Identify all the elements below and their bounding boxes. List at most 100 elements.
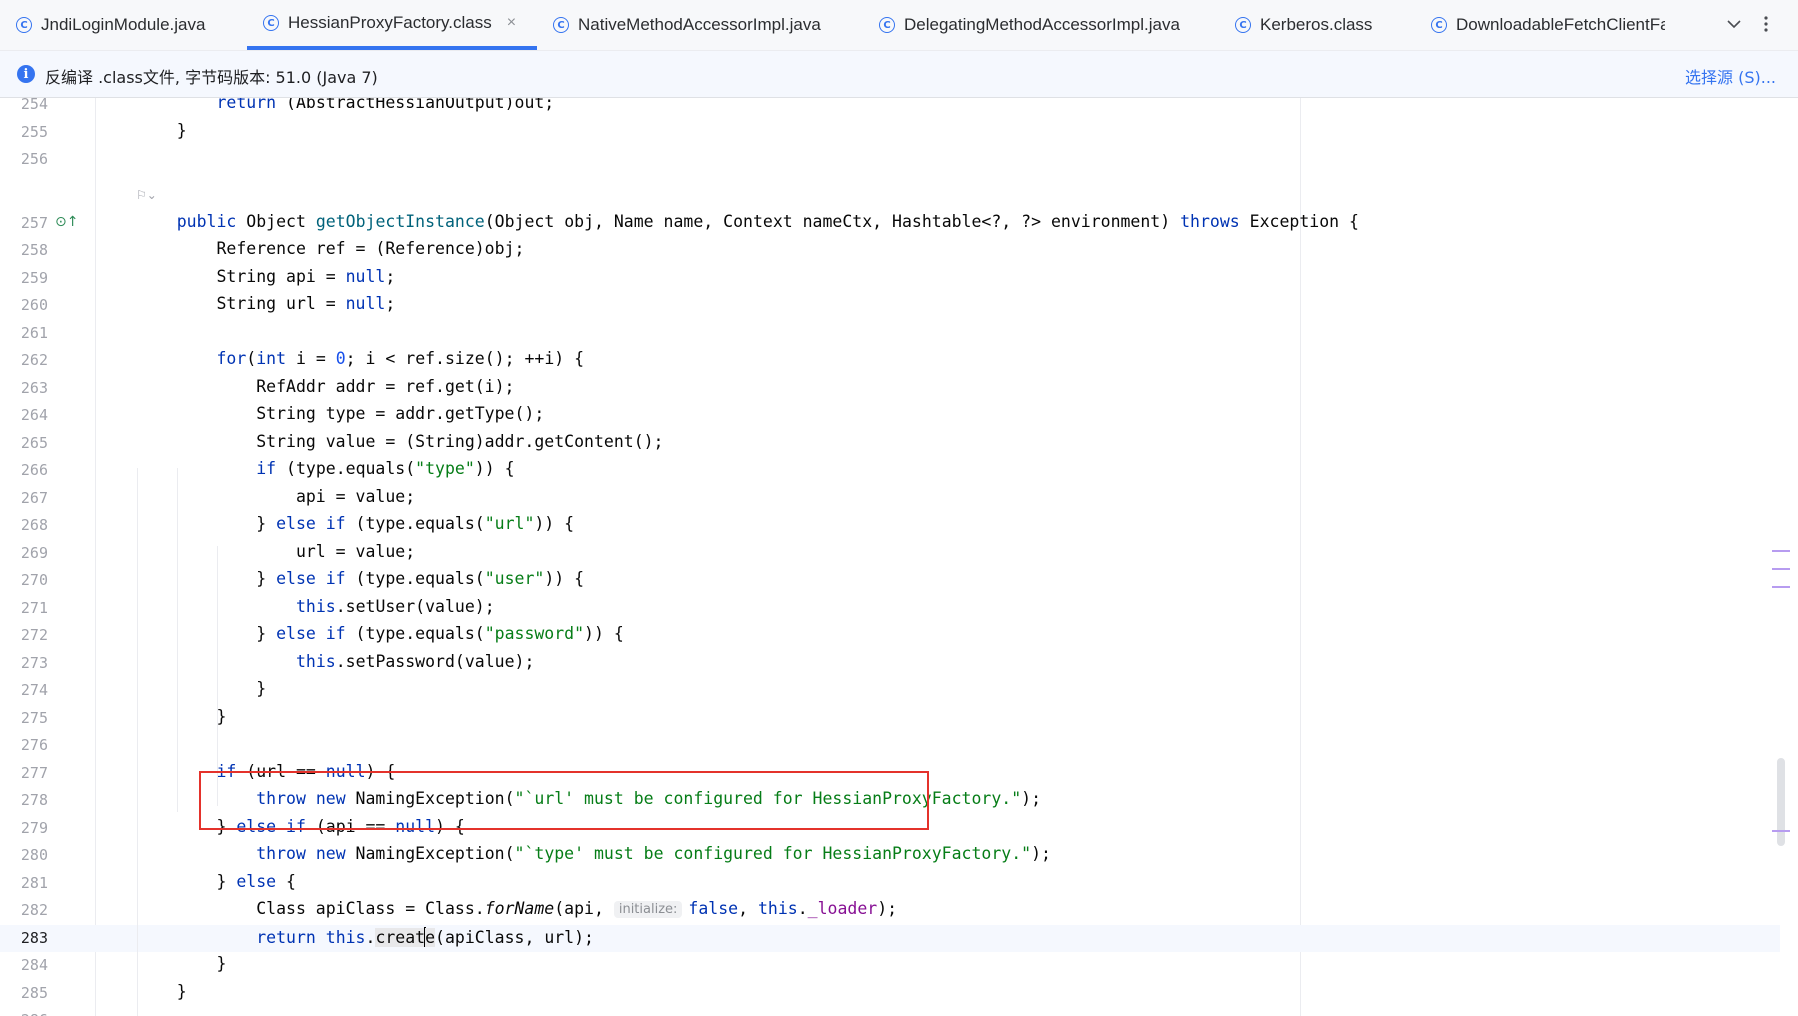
code-text: this.setPassword(value); bbox=[295, 651, 535, 671]
code-line-265[interactable]: 265 String value = (String)addr.getConte… bbox=[0, 430, 1780, 458]
banner-text: 反编译 .class文件, 字节码版本: 51.0 (Java 7) bbox=[45, 68, 378, 87]
inspection-stripe[interactable] bbox=[1772, 550, 1790, 552]
code-line-256[interactable]: 256 bbox=[0, 146, 1780, 174]
line-number[interactable]: 275 bbox=[0, 709, 48, 727]
code-line-284[interactable]: 284 } bbox=[0, 952, 1780, 980]
tab-label: HessianProxyFactory.class bbox=[288, 13, 492, 32]
line-number[interactable]: 254 bbox=[0, 98, 48, 113]
line-number[interactable]: 277 bbox=[0, 764, 48, 782]
inspection-stripe[interactable] bbox=[1772, 830, 1790, 832]
tab-overflow-fade bbox=[1665, 0, 1730, 48]
code-line-273[interactable]: 273 this.setPassword(value); bbox=[0, 650, 1780, 678]
code-line-254[interactable]: 254 return (AbstractHessianOutput)out; bbox=[0, 98, 1780, 119]
code-line-263[interactable]: 263 RefAddr addr = ref.get(i); bbox=[0, 375, 1780, 403]
line-number[interactable]: 273 bbox=[0, 654, 48, 672]
code-line-262[interactable]: 262 for(int i = 0; i < ref.size(); ++i) … bbox=[0, 347, 1780, 375]
tab-jndiloginmodule[interactable]: C JndiLoginModule.java bbox=[0, 0, 247, 50]
code-line-261[interactable]: 261 bbox=[0, 320, 1780, 348]
line-number[interactable]: 285 bbox=[0, 984, 48, 1002]
line-number[interactable]: 281 bbox=[0, 874, 48, 892]
line-number[interactable]: 272 bbox=[0, 626, 48, 644]
code-line-257[interactable]: 257 ⊙↑ ⚐⌄ public Object getObjectInstance(… bbox=[0, 188, 1780, 238]
line-number[interactable]: 274 bbox=[0, 681, 48, 699]
code-line-286[interactable]: 286 bbox=[0, 1007, 1780, 1016]
tab-label: JndiLoginModule.java bbox=[41, 15, 206, 34]
line-number[interactable]: 278 bbox=[0, 791, 48, 809]
code-line-283[interactable]: 283 return this.create(apiClass, url); bbox=[0, 924, 1780, 952]
code-line-285[interactable]: 285 } bbox=[0, 980, 1780, 1008]
inspection-stripe[interactable] bbox=[1772, 568, 1790, 570]
code-line-264[interactable]: 264 String type = addr.getType(); bbox=[0, 402, 1780, 430]
line-number[interactable]: 257 bbox=[0, 214, 48, 232]
info-icon: i bbox=[17, 65, 35, 83]
code-line-275[interactable]: 275 } bbox=[0, 705, 1780, 733]
code-line-276[interactable]: 276 bbox=[0, 732, 1780, 760]
chevron-down-icon[interactable] bbox=[1722, 12, 1746, 36]
line-number[interactable]: 279 bbox=[0, 819, 48, 837]
implements-method-icon[interactable]: ⊙↑ bbox=[55, 214, 78, 230]
line-number[interactable]: 276 bbox=[0, 736, 48, 754]
code-text: return (AbstractHessianOutput)out; bbox=[216, 98, 555, 112]
code-text: String value = (String)addr.getContent()… bbox=[137, 431, 664, 451]
tab-label: Kerberos.class bbox=[1260, 15, 1373, 34]
line-number[interactable]: 286 bbox=[0, 1011, 48, 1016]
tab-label: DownloadableFetchClientFactory bbox=[1456, 15, 1665, 34]
line-number[interactable]: 255 bbox=[0, 123, 48, 141]
line-number[interactable]: 264 bbox=[0, 406, 48, 424]
code-line-268[interactable]: 268 } else if (type.equals("url")) { bbox=[0, 512, 1780, 540]
code-line-266[interactable]: 266 if (type.equals("type")) { bbox=[0, 457, 1780, 485]
editor-tab-bar: C JndiLoginModule.java C HessianProxyFac… bbox=[0, 0, 1798, 51]
code-line-280[interactable]: 280 throw new NamingException("`type' mu… bbox=[0, 842, 1780, 870]
tab-downloadablefetchclientfactory[interactable]: C DownloadableFetchClientFactory bbox=[1415, 0, 1665, 50]
code-line-269[interactable]: 269 url = value; bbox=[0, 540, 1780, 568]
code-line-255[interactable]: 255 } bbox=[0, 119, 1780, 147]
tab-nativemethodaccessorimpl[interactable]: C NativeMethodAccessorImpl.java bbox=[537, 0, 863, 50]
vertical-scrollbar[interactable] bbox=[1777, 758, 1785, 846]
code-line-270[interactable]: 270 } else if (type.equals("user")) { bbox=[0, 567, 1780, 595]
code-line-281[interactable]: 281 } else { bbox=[0, 870, 1780, 898]
inspection-stripe[interactable] bbox=[1772, 586, 1790, 588]
code-line-282[interactable]: 282 Class apiClass = Class.forName(api, … bbox=[0, 897, 1780, 925]
line-number[interactable]: 280 bbox=[0, 846, 48, 864]
code-line-267[interactable]: 267 api = value; bbox=[0, 485, 1780, 513]
line-number[interactable]: 266 bbox=[0, 461, 48, 479]
line-number[interactable]: 258 bbox=[0, 241, 48, 259]
line-number[interactable]: 268 bbox=[0, 516, 48, 534]
line-number[interactable]: 256 bbox=[0, 150, 48, 168]
class-icon: C bbox=[16, 17, 32, 33]
choose-source-link[interactable]: 选择源 (S)... bbox=[1685, 64, 1776, 88]
line-number[interactable]: 283 bbox=[0, 929, 48, 947]
code-text: } bbox=[137, 706, 227, 726]
line-number[interactable]: 284 bbox=[0, 956, 48, 974]
line-number[interactable]: 269 bbox=[0, 544, 48, 562]
line-number[interactable]: 259 bbox=[0, 269, 48, 287]
close-icon[interactable]: × bbox=[507, 14, 516, 32]
line-number[interactable]: 261 bbox=[0, 324, 48, 342]
more-options-icon[interactable] bbox=[1754, 12, 1778, 36]
code-text: this.setUser(value); bbox=[295, 596, 495, 616]
tab-hessianproxyfactory[interactable]: C HessianProxyFactory.class × bbox=[247, 0, 537, 50]
code-editor[interactable]: 254 return (AbstractHessianOutput)out; 25… bbox=[0, 98, 1798, 1016]
tab-delegatingmethodaccessorimpl[interactable]: C DelegatingMethodAccessorImpl.java bbox=[863, 0, 1219, 50]
code-line-272[interactable]: 272 } else if (type.equals("password")) … bbox=[0, 622, 1780, 650]
line-number[interactable]: 267 bbox=[0, 489, 48, 507]
line-number[interactable]: 263 bbox=[0, 379, 48, 397]
code-line-259[interactable]: 259 String api = null; bbox=[0, 265, 1780, 293]
code-line-260[interactable]: 260 String url = null; bbox=[0, 292, 1780, 320]
line-number[interactable]: 271 bbox=[0, 599, 48, 617]
line-number[interactable]: 265 bbox=[0, 434, 48, 452]
indent-guide bbox=[137, 468, 138, 1016]
line-number[interactable]: 260 bbox=[0, 296, 48, 314]
code-line-271[interactable]: 271 this.setUser(value); bbox=[0, 595, 1780, 623]
code-line-274[interactable]: 274 } bbox=[0, 677, 1780, 705]
code-lens-icon[interactable]: ⚐⌄ bbox=[136, 188, 157, 202]
code-text: public Object getObjectInstance(Object o… bbox=[176, 211, 1359, 231]
line-number[interactable]: 270 bbox=[0, 571, 48, 589]
tab-kerberos[interactable]: C Kerberos.class bbox=[1219, 0, 1409, 50]
line-number[interactable]: 282 bbox=[0, 901, 48, 919]
code-line-258[interactable]: 258 Reference ref = (Reference)obj; bbox=[0, 237, 1780, 265]
line-number[interactable]: 262 bbox=[0, 351, 48, 369]
code-text: api = value; bbox=[137, 486, 416, 506]
code-text: for(int i = 0; i < ref.size(); ++i) { bbox=[216, 349, 585, 368]
indent-guide bbox=[177, 468, 178, 812]
